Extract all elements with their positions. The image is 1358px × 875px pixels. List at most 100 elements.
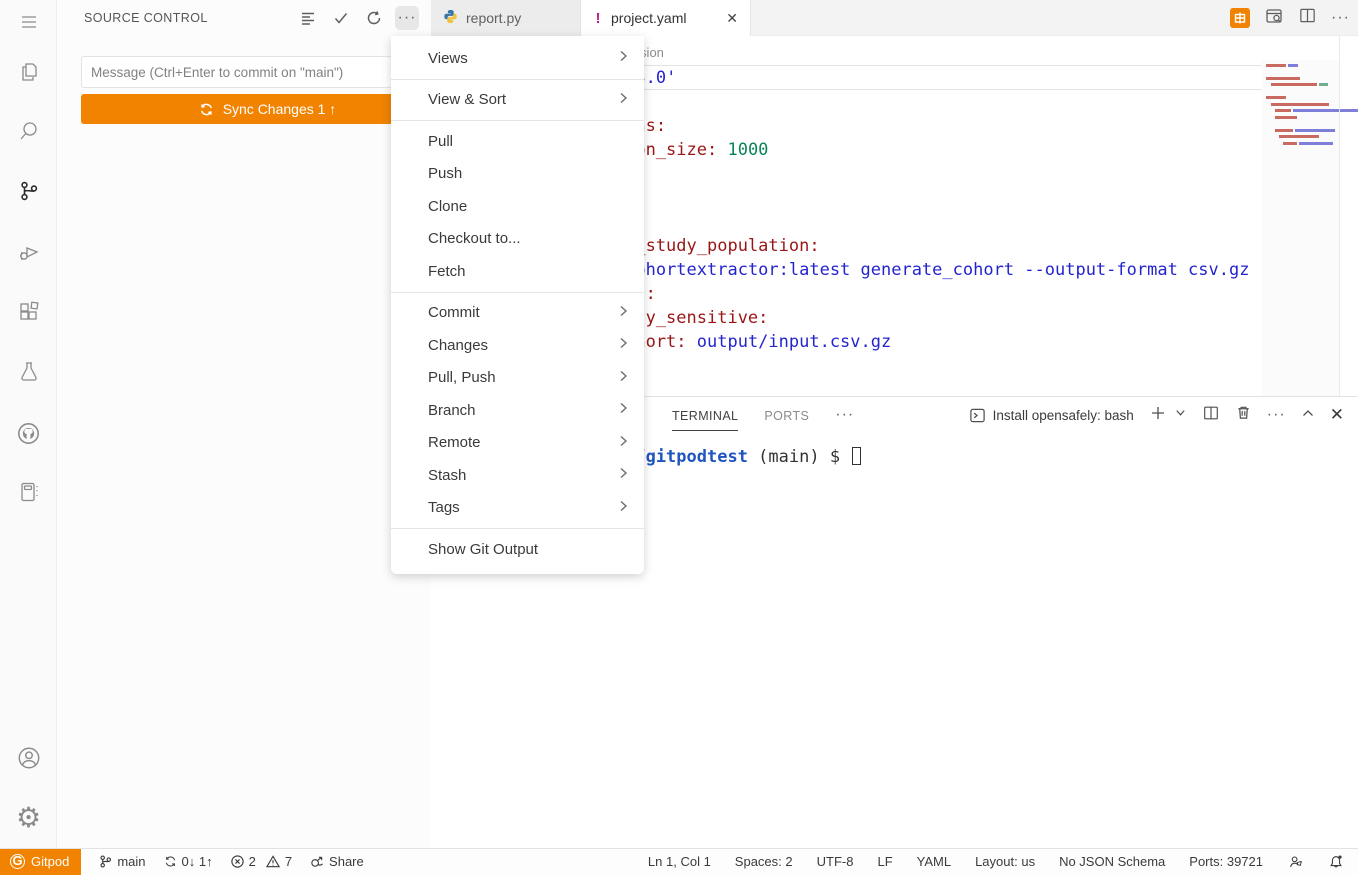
json-schema[interactable]: No JSON Schema	[1059, 854, 1165, 869]
open-preview-icon[interactable]	[1264, 6, 1284, 31]
minimap-line	[1266, 96, 1286, 99]
activity-bar: ⚙	[0, 0, 57, 848]
menu-item-push[interactable]: Push	[391, 158, 644, 191]
chevron-right-icon	[616, 304, 630, 322]
sync-indicator[interactable]: 0↓ 1↑	[163, 854, 213, 869]
account-icon[interactable]	[0, 736, 57, 780]
maximize-panel-icon[interactable]	[1301, 406, 1315, 425]
run-debug-icon[interactable]	[0, 230, 57, 274]
more-actions-icon[interactable]: ···	[395, 6, 419, 30]
feedback-icon[interactable]	[1287, 854, 1304, 870]
search-icon[interactable]	[0, 109, 57, 153]
menu-item-fetch[interactable]: Fetch	[391, 255, 644, 288]
chevron-right-icon	[616, 401, 630, 419]
table-icon[interactable]	[1230, 8, 1250, 28]
tab-report-py[interactable]: report.py	[431, 0, 581, 36]
menu-separator	[391, 79, 644, 80]
menu-item-view-and-sort[interactable]: View & Sort	[391, 84, 644, 117]
notifications-bell-icon[interactable]	[1328, 854, 1344, 870]
panel-actions: Install opensafely: bash ··· ✕	[969, 397, 1344, 433]
dropdown-chevron-icon[interactable]	[1174, 406, 1187, 424]
view-as-list-icon[interactable]	[296, 6, 320, 30]
branch-icon	[98, 854, 113, 869]
tab-terminal[interactable]: TERMINAL	[672, 400, 738, 431]
menu-item-branch[interactable]: Branch	[391, 394, 644, 427]
source-control-header: SOURCE CONTROL ···	[57, 0, 431, 36]
cursor-position[interactable]: Ln 1, Col 1	[648, 854, 711, 869]
encoding[interactable]: UTF-8	[817, 854, 854, 869]
explorer-icon[interactable]	[0, 50, 57, 94]
source-control-icon[interactable]	[0, 169, 57, 213]
editor-actions: ···	[1230, 0, 1350, 36]
chevron-right-icon	[616, 49, 630, 67]
branch-indicator[interactable]: main	[98, 854, 145, 869]
tab-ports[interactable]: PORTS	[764, 400, 809, 431]
minimap-scrollbar[interactable]	[1339, 36, 1340, 396]
more-panel-tabs-icon[interactable]: ···	[835, 406, 854, 424]
refresh-icon[interactable]	[362, 6, 386, 30]
new-terminal-icon[interactable]	[1149, 404, 1167, 427]
ports[interactable]: Ports: 39721	[1189, 854, 1263, 869]
eol[interactable]: LF	[877, 854, 892, 869]
more-actions-icon[interactable]: ···	[1331, 9, 1350, 27]
notebook-icon[interactable]	[0, 470, 57, 514]
python-icon	[443, 9, 458, 27]
extensions-icon[interactable]	[0, 290, 57, 334]
terminal-launcher[interactable]: Install opensafely: bash	[969, 407, 1134, 424]
github-icon[interactable]	[0, 411, 57, 455]
sync-icon	[163, 854, 178, 869]
menu-separator	[391, 120, 644, 121]
menu-separator	[391, 292, 644, 293]
warning-icon	[265, 854, 281, 869]
chevron-right-icon	[616, 369, 630, 387]
chevron-right-icon	[616, 466, 630, 484]
split-panel-icon[interactable]	[1202, 404, 1220, 427]
split-editor-icon[interactable]	[1298, 6, 1317, 30]
menu-item-show-git-output[interactable]: Show Git Output	[391, 533, 644, 566]
tab-label: project.yaml	[611, 10, 686, 26]
menu-item-views[interactable]: Views	[391, 42, 644, 75]
minimap[interactable]	[1262, 60, 1340, 396]
minimap-line	[1275, 129, 1335, 132]
menu-icon[interactable]	[0, 0, 57, 44]
chevron-right-icon	[616, 336, 630, 354]
launcher-label: Install opensafely: bash	[993, 408, 1134, 423]
menu-item-checkout-to[interactable]: Checkout to...	[391, 223, 644, 256]
menu-item-stash[interactable]: Stash	[391, 459, 644, 492]
chevron-right-icon	[616, 91, 630, 109]
problems-indicator[interactable]: 2 7	[230, 854, 292, 869]
menu-item-tags[interactable]: Tags	[391, 492, 644, 525]
menu-item-remote[interactable]: Remote	[391, 427, 644, 460]
menu-item-pull-push[interactable]: Pull, Push	[391, 362, 644, 395]
language-mode[interactable]: YAML	[917, 854, 951, 869]
menu-item-pull[interactable]: Pull	[391, 125, 644, 158]
trash-icon[interactable]	[1235, 404, 1252, 426]
minimap-line	[1275, 116, 1297, 119]
menu-item-commit[interactable]: Commit	[391, 297, 644, 330]
gitpod-remote-badge[interactable]: G Gitpod	[0, 849, 81, 875]
menu-item-changes[interactable]: Changes	[391, 329, 644, 362]
terminal-launch-icon	[969, 407, 986, 424]
menu-item-clone[interactable]: Clone	[391, 190, 644, 223]
test-beaker-icon[interactable]	[0, 350, 57, 394]
share-button[interactable]: Share	[309, 854, 364, 869]
menu-separator	[391, 528, 644, 529]
chevron-right-icon	[616, 499, 630, 517]
more-actions-icon[interactable]: ···	[1267, 406, 1286, 424]
settings-gear-icon[interactable]: ⚙	[0, 796, 57, 840]
terminal-cursor	[852, 447, 861, 465]
minimap-line	[1271, 83, 1328, 86]
minimap-line	[1279, 135, 1319, 138]
keyboard-layout[interactable]: Layout: us	[975, 854, 1035, 869]
tab-label: report.py	[466, 10, 521, 26]
tab-project-yaml[interactable]: ! project.yaml ✕	[581, 0, 751, 36]
close-icon[interactable]: ✕	[726, 10, 738, 27]
sync-changes-label: Sync Changes 1 ↑	[223, 101, 337, 117]
tab-bar: report.py ! project.yaml ✕ ···	[431, 0, 1358, 36]
close-panel-icon[interactable]: ✕	[1330, 405, 1344, 425]
source-control-sidebar: SOURCE CONTROL ··· Sync Changes 1 ↑	[57, 0, 431, 848]
minimap-line	[1271, 103, 1329, 106]
gitpod-logo-icon: G	[10, 854, 25, 869]
commit-check-icon[interactable]	[329, 6, 353, 30]
indentation[interactable]: Spaces: 2	[735, 854, 793, 869]
